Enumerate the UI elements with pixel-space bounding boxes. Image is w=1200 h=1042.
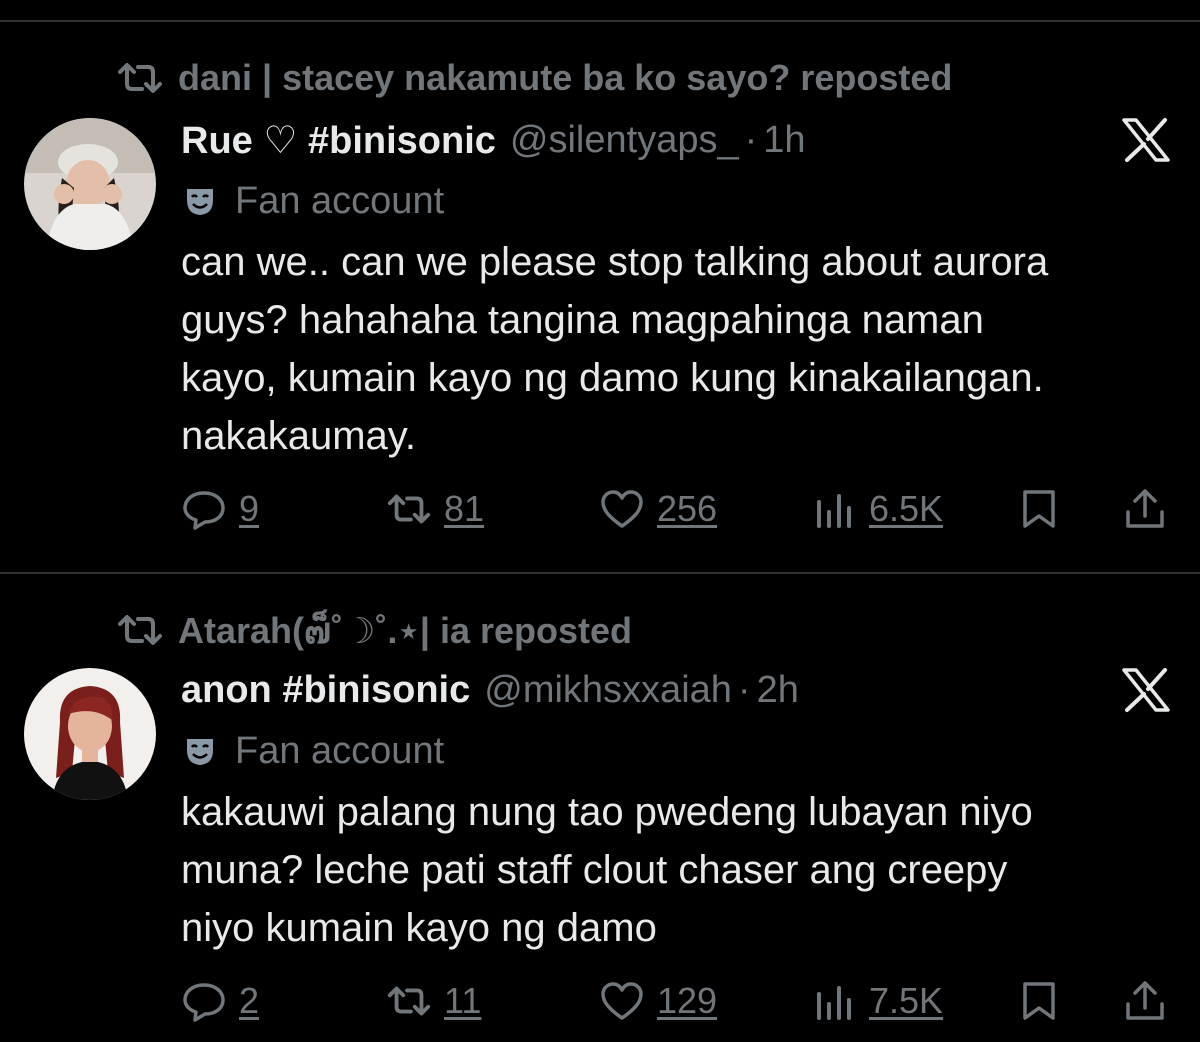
repost-indicator[interactable]: Atarah(๗็˚☽˚.⋆| ia reposted	[116, 608, 632, 652]
tweet-text-line: kayo, kumain kayo ng damo kung kinakaila…	[181, 356, 1044, 400]
tweet-text-line: kakauwi palang nung tao pwedeng lubayan …	[181, 790, 1033, 834]
share-icon	[1126, 981, 1164, 1020]
share-button[interactable]	[1122, 976, 1180, 1026]
tweet-text-line: can we.. can we please stop talking abou…	[181, 240, 1049, 284]
repost-count: 81	[444, 488, 485, 529]
views-icon	[817, 494, 851, 528]
bookmark-button[interactable]	[1016, 484, 1074, 534]
tweet-text: can we.. can we please stop talking abou…	[181, 233, 1171, 465]
reply-icon	[183, 983, 225, 1022]
reply-count: 2	[239, 980, 260, 1021]
tweet-1[interactable]: dani | stacey nakamute ba ko sayo? repos…	[0, 0, 1200, 572]
avatar[interactable]	[24, 668, 156, 800]
repost-icon	[118, 615, 162, 645]
like-icon	[601, 982, 643, 1020]
fan-account-text: Fan account	[235, 179, 445, 222]
like-count: 256	[657, 488, 718, 529]
x-logo-icon[interactable]	[1118, 666, 1174, 714]
repost-button[interactable]: 11	[386, 976, 481, 1026]
tweet-text-line: nakakaumay.	[181, 414, 416, 458]
views-button[interactable]: 6.5K	[811, 484, 943, 534]
fan-account-label: Fan account	[183, 729, 444, 773]
repost-label: dani | stacey nakamute ba ko sayo? repos…	[178, 57, 953, 98]
repost-icon	[387, 986, 431, 1016]
action-bar: 2 11 129 7.5K	[181, 976, 1171, 1026]
reply-button[interactable]: 2	[181, 976, 259, 1026]
repost-icon	[387, 494, 431, 524]
display-name[interactable]: anon #binisonic	[181, 669, 470, 712]
fan-account-text: Fan account	[235, 729, 445, 772]
bookmark-icon	[1023, 490, 1055, 528]
separator-dot: ·	[744, 118, 758, 161]
mask-icon	[187, 739, 213, 765]
views-count: 6.5K	[869, 488, 944, 529]
repost-icon	[118, 63, 162, 93]
like-icon	[601, 490, 643, 528]
repost-indicator[interactable]: dani | stacey nakamute ba ko sayo? repos…	[116, 56, 952, 100]
repost-label: Atarah(๗็˚☽˚.⋆| ia reposted	[178, 609, 633, 651]
like-button[interactable]: 129	[599, 976, 717, 1026]
reply-button[interactable]: 9	[181, 484, 259, 534]
tweet-text: kakauwi palang nung tao pwedeng lubayan …	[181, 783, 1171, 957]
bookmark-icon	[1023, 982, 1055, 1020]
repost-button[interactable]: 81	[386, 484, 484, 534]
tweet-header: Rue ♡ #binisonic @silentyaps_ · 1h	[181, 116, 806, 164]
like-button[interactable]: 256	[599, 484, 717, 534]
views-button[interactable]: 7.5K	[811, 976, 943, 1026]
views-count: 7.5K	[869, 980, 944, 1021]
share-icon	[1126, 489, 1164, 528]
like-count: 129	[657, 980, 718, 1021]
views-icon	[817, 986, 851, 1020]
mask-icon	[187, 189, 213, 215]
display-name[interactable]: Rue ♡ #binisonic	[181, 118, 496, 163]
fan-account-label: Fan account	[183, 179, 444, 223]
avatar[interactable]	[24, 118, 156, 250]
tweet-text-line: guys? hahahaha tangina magpahinga naman	[181, 298, 984, 342]
reply-count: 9	[239, 488, 260, 529]
x-logo-icon[interactable]	[1118, 116, 1174, 164]
tweet-text-line: muna? leche pati staff clout chaser ang …	[181, 848, 1008, 892]
user-handle[interactable]: @silentyaps_	[510, 119, 739, 162]
timestamp[interactable]: 1h	[763, 119, 805, 162]
separator-dot: ·	[737, 668, 751, 711]
user-handle[interactable]: @mikhsxxaiah	[484, 669, 732, 712]
share-button[interactable]	[1122, 484, 1180, 534]
repost-count: 11	[444, 980, 482, 1021]
bookmark-button[interactable]	[1016, 976, 1074, 1026]
action-bar: 9 81 256 6.5K	[181, 484, 1171, 534]
tweet-text-line: niyo kumain kayo ng damo	[181, 906, 657, 950]
timestamp[interactable]: 2h	[757, 669, 799, 712]
reply-icon	[183, 491, 225, 530]
tweet-header: anon #binisonic @mikhsxxaiah · 2h	[181, 666, 799, 714]
tweet-2[interactable]: Atarah(๗็˚☽˚.⋆| ia reposted anon #biniso…	[0, 574, 1200, 1042]
